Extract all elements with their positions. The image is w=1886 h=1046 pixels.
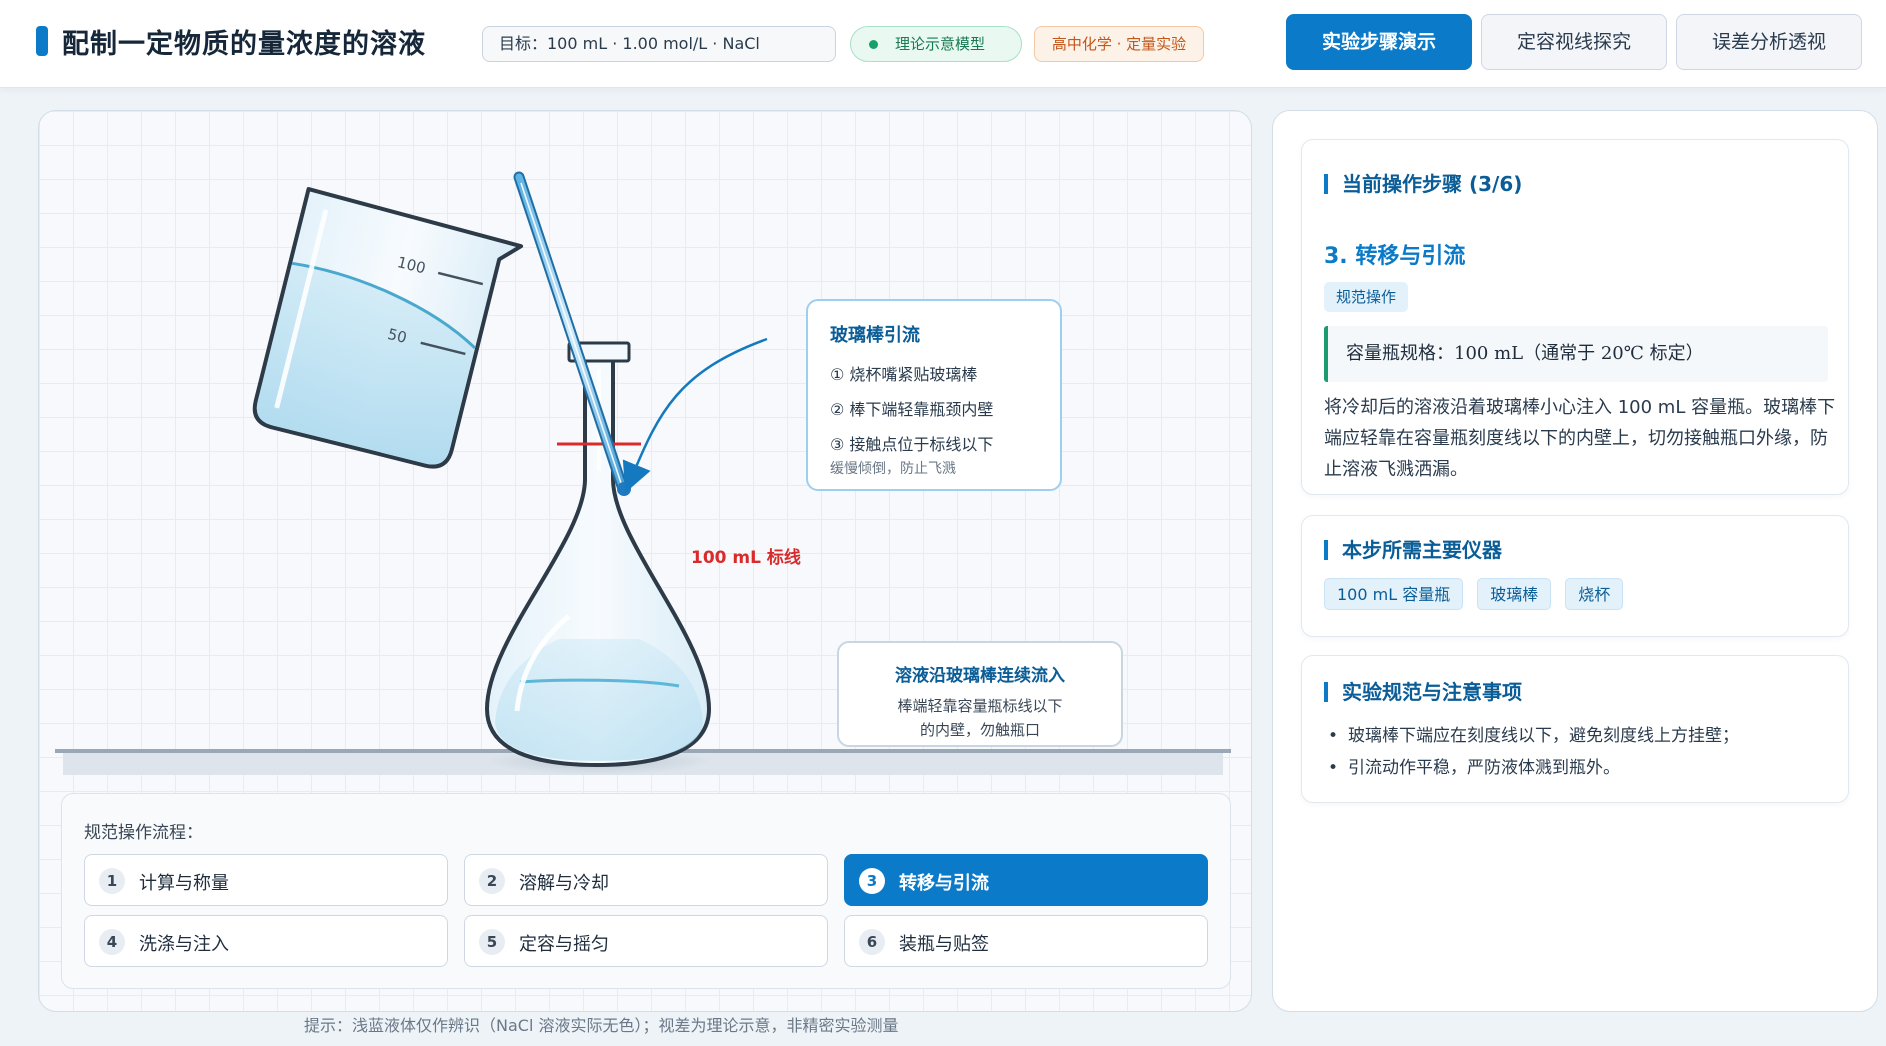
step-label: 转移与引流 [899, 873, 989, 894]
current-step-card: 当前操作步骤 (3/6) 3. 转移与引流 规范操作 容量瓶规格：100 mL（… [1301, 139, 1849, 495]
nav-error-analysis-button[interactable]: 误差分析透视 [1676, 14, 1862, 70]
notes-card: 实验规范与注意事项 玻璃棒下端应在刻度线以下，避免刻度线上方挂壁； 引流动作平稳… [1301, 655, 1849, 803]
experiment-stage: 100 50 100 mL 标线 玻璃棒引流 ① 烧杯嘴紧贴玻璃棒 ② 棒下端轻… [38, 110, 1252, 1012]
step-3-button[interactable]: 3 转移与引流 [844, 854, 1208, 906]
step-label: 定容与摇匀 [519, 934, 609, 955]
target-chip: 目标：100 mL · 1.00 mol/L · NaCl [482, 26, 836, 62]
rod-guide-title: 玻璃棒引流 [830, 325, 920, 346]
status-dot-icon [869, 40, 878, 49]
steps-panel-title: 规范操作流程： [84, 823, 203, 843]
notes-heading: 实验规范与注意事项 [1324, 682, 1522, 702]
model-badge-label: 理论示意模型 [895, 35, 986, 53]
step-description: 将冷却后的溶液沿着玻璃棒小心注入 100 mL 容量瓶。玻璃棒下端应轻靠在容量瓶… [1324, 397, 1836, 480]
course-badge: 高中化学 · 定量实验 [1034, 26, 1204, 62]
step-number: 5 [479, 929, 505, 955]
rod-guide-line-1: ① 烧杯嘴紧贴玻璃棒 [830, 365, 978, 384]
app-header: 配制一定物质的量浓度的溶液 目标：100 mL · 1.00 mol/L · N… [0, 0, 1886, 88]
graduation-mark-label: 100 mL 标线 [691, 548, 801, 568]
rod-guide-line-2: ② 棒下端轻靠瓶颈内壁 [830, 400, 994, 419]
step-6-button[interactable]: 6 装瓶与贴签 [844, 915, 1208, 967]
instrument-chip: 100 mL 容量瓶 [1324, 578, 1464, 610]
step-number: 6 [859, 929, 885, 955]
nav-demo-button[interactable]: 实验步骤演示 [1286, 14, 1472, 70]
flow-callout: 溶液沿玻璃棒连续流入 棒端轻靠容量瓶标线以下 的内壁，勿触瓶口 [837, 641, 1123, 747]
step-2-button[interactable]: 2 溶解与冷却 [464, 854, 828, 906]
footer-hint: 提示：浅蓝液体仅作辨识（NaCl 溶液实际无色）；视差为理论示意，非精密实验测量 [304, 1016, 899, 1035]
rod-guide-sub: 缓慢倾倒，防止飞溅 [830, 461, 956, 477]
step-label: 洗涤与注入 [139, 934, 229, 955]
instruments-card: 本步所需主要仪器 100 mL 容量瓶 玻璃棒 烧杯 [1301, 515, 1849, 637]
step-5-button[interactable]: 5 定容与摇匀 [464, 915, 828, 967]
flow-callout-body-2: 的内壁，勿触瓶口 [919, 721, 1040, 739]
side-panel: 当前操作步骤 (3/6) 3. 转移与引流 规范操作 容量瓶规格：100 mL（… [1272, 110, 1878, 1012]
instruments-heading: 本步所需主要仪器 [1324, 540, 1502, 560]
procedure-steps-panel: 规范操作流程： 1 计算与称量 2 溶解与冷却 3 转移与引流 4 洗涤与注入 … [61, 793, 1231, 989]
step-number: 3 [859, 868, 885, 894]
page-title: 配制一定物质的量浓度的溶液 [62, 29, 426, 60]
step-4-button[interactable]: 4 洗涤与注入 [84, 915, 448, 967]
glass-rod [513, 171, 631, 496]
note-item: 引流动作平稳，严防液体溅到瓶外。 [1328, 752, 1739, 784]
instrument-chip: 玻璃棒 [1477, 578, 1552, 610]
flow-callout-body-1: 棒端轻靠容量瓶标线以下 [897, 697, 1063, 715]
step-label: 溶解与冷却 [519, 873, 609, 894]
beaker: 100 50 [252, 187, 524, 469]
instrument-list: 100 mL 容量瓶 玻璃棒 烧杯 [1324, 578, 1624, 610]
rod-guide-line-3: ③ 接触点位于标线以下 [830, 435, 994, 454]
step-number: 1 [99, 868, 125, 894]
rod-contact-point [617, 482, 631, 496]
current-step-heading: 当前操作步骤 (3/6) [1324, 174, 1522, 194]
step-number: 2 [479, 868, 505, 894]
callout-connector-arrow [622, 337, 768, 493]
current-step-name: 3. 转移与引流 [1324, 244, 1466, 269]
note-item: 玻璃棒下端应在刻度线以下，避免刻度线上方挂壁； [1328, 720, 1739, 752]
step-1-button[interactable]: 1 计算与称量 [84, 854, 448, 906]
rod-guide-callout: 玻璃棒引流 ① 烧杯嘴紧贴玻璃棒 ② 棒下端轻靠瓶颈内壁 ③ 接触点位于标线以下… [806, 299, 1062, 491]
flask-spec-box: 容量瓶规格：100 mL（通常于 20℃ 标定） [1324, 326, 1828, 382]
standard-operation-tag: 规范操作 [1324, 282, 1409, 312]
step-number: 4 [99, 929, 125, 955]
flow-callout-title: 溶液沿玻璃棒连续流入 [895, 666, 1065, 686]
title-accent-bar [36, 26, 48, 56]
step-label: 计算与称量 [139, 873, 229, 894]
nav-sightline-button[interactable]: 定容视线探究 [1481, 14, 1667, 70]
notes-list: 玻璃棒下端应在刻度线以下，避免刻度线上方挂壁； 引流动作平稳，严防液体溅到瓶外。 [1328, 720, 1739, 784]
step-label: 装瓶与贴签 [899, 934, 989, 955]
instrument-chip: 烧杯 [1565, 578, 1624, 610]
model-badge: 理论示意模型 [850, 26, 1022, 62]
